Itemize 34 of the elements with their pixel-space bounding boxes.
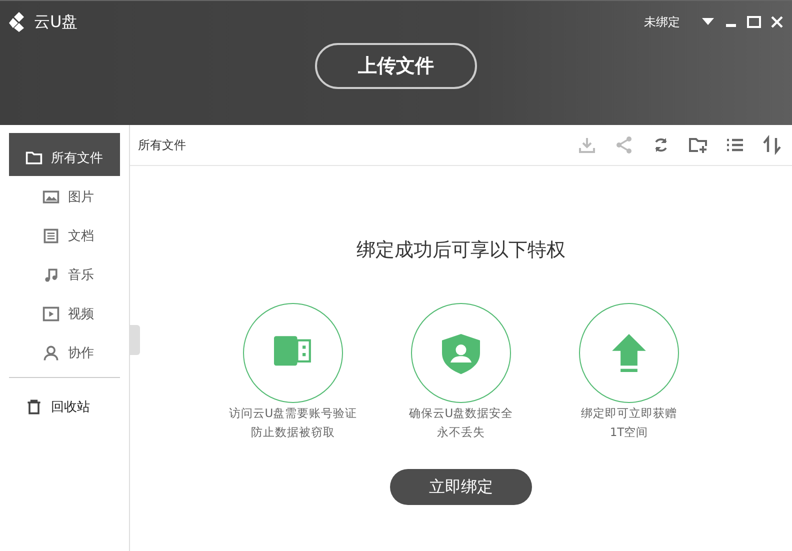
trash-icon bbox=[25, 398, 43, 416]
sidebar-item[interactable]: 文档 bbox=[9, 217, 120, 254]
feature-caption: 防止数据被窃取 bbox=[251, 424, 335, 441]
sidebar-item[interactable]: 协作 bbox=[9, 334, 120, 371]
upload-arrow-icon bbox=[612, 334, 646, 372]
breadcrumb: 所有文件 bbox=[138, 136, 186, 154]
person-icon bbox=[42, 344, 60, 362]
document-icon bbox=[42, 226, 60, 244]
feature-caption: 访问云U盘需要账号验证 bbox=[228, 405, 358, 422]
feature-caption: 1T空间 bbox=[610, 424, 648, 441]
video-icon bbox=[42, 304, 60, 322]
app-name: 云U盘 bbox=[34, 12, 78, 32]
collapse-handle[interactable] bbox=[130, 325, 140, 355]
image-icon bbox=[42, 188, 60, 206]
sidebar-item[interactable]: 音乐 bbox=[9, 256, 120, 293]
new-folder-icon[interactable] bbox=[688, 135, 708, 155]
shield-icon bbox=[442, 334, 480, 374]
maximize-icon[interactable] bbox=[747, 15, 761, 29]
usb-drive-icon bbox=[274, 336, 311, 366]
music-icon bbox=[42, 266, 60, 284]
sidebar-item[interactable]: 所有文件 bbox=[9, 133, 120, 176]
folder-icon bbox=[25, 148, 43, 166]
feature-caption: 永不丢失 bbox=[437, 424, 485, 441]
upload-button[interactable]: 上传文件 bbox=[315, 43, 477, 89]
feature-caption: 确保云U盘数据安全 bbox=[408, 405, 514, 422]
sidebar-item[interactable]: 回收站 bbox=[9, 382, 120, 425]
sidebar-item[interactable]: 图片 bbox=[9, 178, 120, 215]
sidebar-item[interactable]: 视频 bbox=[9, 295, 120, 332]
close-icon[interactable] bbox=[770, 15, 784, 29]
account-status[interactable]: 未绑定 bbox=[644, 14, 680, 30]
bind-button[interactable]: 立即绑定 bbox=[390, 469, 532, 505]
sort-icon[interactable] bbox=[762, 135, 782, 155]
promo-heading: 绑定成功后可享以下特权 bbox=[356, 238, 566, 263]
feature-caption: 绑定即可立即获赠 bbox=[581, 405, 677, 422]
